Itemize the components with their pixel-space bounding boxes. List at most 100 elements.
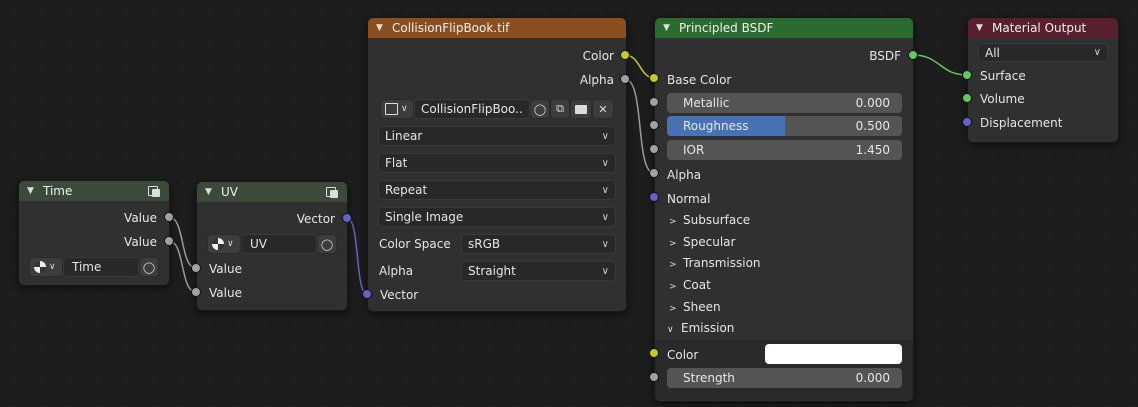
node-group-icon[interactable] [147,185,161,197]
node-group-icon[interactable] [325,186,339,198]
input-label: Base Color [667,73,732,87]
volume-socket[interactable] [962,93,972,103]
uv-node[interactable]: ▼ UV Vector ∨ UV ◯ Value Value [196,181,348,311]
alpha-label: Alpha [379,264,414,278]
datablock-name: UV [250,237,267,251]
collapse-chevron-icon[interactable]: ▼ [205,187,217,197]
collapse-chevron-icon[interactable]: ▼ [976,23,988,33]
output-label: Color [582,49,614,63]
roughness-socket[interactable] [649,120,659,130]
color-space-select[interactable]: sRGB ∨ [461,234,616,254]
emission-strength-socket[interactable] [649,372,659,382]
datablock-name-field[interactable]: Time [63,257,139,277]
input-label: Vector [380,288,419,302]
time-node[interactable]: ▼ Time Value Value ∨ Time ◯ [18,180,170,286]
node-title: Material Output [992,21,1087,35]
collapse-chevron-icon[interactable]: ▼ [376,23,388,33]
panel-specular[interactable]: > Specular [669,235,735,249]
panel-coat[interactable]: > Coat [669,278,711,292]
image-color-output-socket[interactable] [620,50,630,60]
open-file-button[interactable] [570,99,592,119]
displacement-socket[interactable] [962,117,972,127]
bsdf-node-header[interactable]: ▼ Principled BSDF [655,18,913,38]
image-texture-node[interactable]: ▼ CollisionFlipBook.tif Color Alpha ∨ Co… [367,17,627,312]
collapse-chevron-icon[interactable]: ▼ [663,23,675,33]
base-color-socket[interactable] [649,73,659,83]
emission-color-swatch[interactable] [765,344,902,364]
chevron-down-icon: ∨ [1093,47,1101,58]
time-output-socket[interactable] [164,236,174,246]
input-label: Displacement [980,116,1063,130]
output-label: Value [124,211,157,225]
uv-input-socket[interactable] [191,263,201,273]
ior-socket[interactable] [649,144,659,154]
image-node-header[interactable]: ▼ CollisionFlipBook.tif [368,18,626,38]
strength-slider[interactable]: Strength 0.000 [667,368,902,388]
input-label: Color [667,348,699,362]
datablock-type-button[interactable]: ∨ [29,257,63,277]
image-browse-button[interactable]: ∨ [380,99,414,119]
time-node-header[interactable]: ▼ Time [19,181,169,201]
principled-bsdf-node[interactable]: ▼ Principled BSDF BSDF Base Color Metall… [654,17,914,402]
datablock-name-field[interactable]: UV [241,234,317,254]
interpolation-select[interactable]: Linear ∨ [378,126,616,146]
panel-label: Sheen [683,300,721,314]
output-node-header[interactable]: ▼ Material Output [968,18,1118,38]
source-select[interactable]: Single Image ∨ [378,207,616,227]
alpha-socket[interactable] [649,168,659,178]
fake-user-button[interactable]: ◯ [317,234,337,254]
slider-value: 0.500 [855,119,890,133]
duplicate-icon: ⧉ [556,102,564,115]
slider-value: 0.000 [855,96,890,110]
projection-select[interactable]: Flat ∨ [378,153,616,173]
uv-output-socket[interactable] [342,213,352,223]
fake-user-button[interactable]: ◯ [139,257,159,277]
collapse-chevron-icon[interactable]: ▼ [27,186,39,196]
image-alpha-output-socket[interactable] [620,74,630,84]
slider-value: 0.000 [855,371,890,385]
material-output-node[interactable]: ▼ Material Output All ∨ Surface Volume Di… [967,17,1119,143]
metallic-socket[interactable] [649,97,659,107]
panel-transmission[interactable]: > Transmission [669,256,761,270]
target-select[interactable]: All ∨ [978,43,1108,62]
uv-node-header[interactable]: ▼ UV [197,182,347,202]
input-label: Value [209,286,242,300]
time-output-socket[interactable] [164,212,174,222]
image-name-field[interactable]: CollisionFlipBoo... [414,99,530,119]
surface-socket[interactable] [962,70,972,80]
chevron-right-icon: > [669,217,677,227]
extension-select[interactable]: Repeat ∨ [378,180,616,200]
link-uv-image [346,217,368,295]
duplicate-button[interactable]: ⧉ [550,99,570,119]
emission-color-socket[interactable] [649,348,659,358]
output-label: Value [124,235,157,249]
panel-emission[interactable]: ∨ Emission [667,321,734,335]
image-vector-input-socket[interactable] [362,289,372,299]
slider-label: IOR [683,143,705,157]
node-title: CollisionFlipBook.tif [392,21,510,35]
metallic-slider[interactable]: Metallic 0.000 [667,93,902,113]
roughness-slider[interactable]: Roughness 0.500 [667,116,902,136]
alpha-mode-select[interactable]: Straight ∨ [461,261,616,281]
uv-input-socket[interactable] [191,287,201,297]
slider-label: Strength [683,371,735,385]
datablock-type-button[interactable]: ∨ [207,234,241,254]
panel-label: Transmission [683,256,761,270]
panel-sheen[interactable]: > Sheen [669,300,721,314]
select-value: Repeat [385,183,428,197]
bsdf-output-socket[interactable] [908,50,918,60]
shield-icon: ◯ [533,102,547,116]
fake-user-button[interactable]: ◯ [530,99,550,119]
normal-socket[interactable] [649,192,659,202]
panel-subsurface[interactable]: > Subsurface [669,213,750,227]
panel-label: Specular [683,235,736,249]
select-value: Straight [468,264,516,278]
panel-label: Emission [681,321,735,335]
chevron-down-icon: ∨ [601,265,609,277]
texture-icon [34,261,46,273]
ior-slider[interactable]: IOR 1.450 [667,140,902,160]
close-icon: ✕ [598,102,608,116]
unlink-button[interactable]: ✕ [592,99,614,119]
chevron-down-icon: ∨ [601,157,609,169]
slider-value: 1.450 [855,143,890,157]
